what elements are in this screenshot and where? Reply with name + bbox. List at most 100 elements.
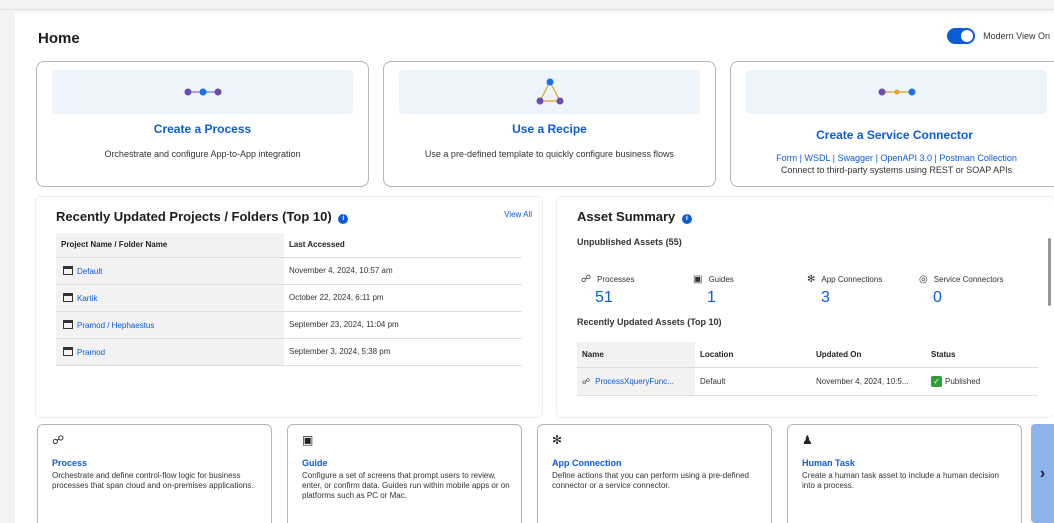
table-row: Pramod September 3, 2024, 5:38 pm bbox=[56, 338, 522, 366]
link-postman[interactable]: Postman Collection bbox=[939, 153, 1017, 163]
project-name[interactable]: Pramod bbox=[77, 348, 105, 357]
scrollbar[interactable] bbox=[1048, 238, 1051, 306]
create-process-card[interactable]: Create a Process Orchestrate and configu… bbox=[36, 61, 369, 187]
stat-label: Service Connectors bbox=[933, 275, 1004, 284]
connector-type-links: Form | WSDL | Swagger | OpenAPI 3.0 | Po… bbox=[776, 153, 1017, 163]
process-icon: ☍ bbox=[582, 376, 591, 386]
stat-processes[interactable]: ☍ Processes 51 bbox=[581, 274, 635, 307]
use-recipe-banner bbox=[399, 70, 700, 114]
asset-type-card-process[interactable]: ☍ Process Orchestrate and define control… bbox=[37, 424, 272, 523]
asset-type-card-guide[interactable]: ▣ Guide Configure a set of screens that … bbox=[287, 424, 522, 523]
link-openapi[interactable]: OpenAPI 3.0 bbox=[880, 153, 932, 163]
folder-box-icon bbox=[63, 319, 73, 329]
stat-value[interactable]: 0 bbox=[919, 289, 1004, 307]
project-cell[interactable]: Default bbox=[56, 257, 284, 285]
create-process-desc: Orchestrate and configure App-to-App int… bbox=[104, 149, 301, 159]
col-name: Name bbox=[577, 342, 695, 368]
stat-app-connections[interactable]: ✻ App Connections 3 bbox=[807, 274, 882, 307]
stat-label: Guides bbox=[708, 275, 734, 284]
asset-status-cell: ✓ Published bbox=[926, 367, 1038, 396]
table-row: Pramod / Hephaestus September 23, 2024, … bbox=[56, 311, 522, 339]
info-icon[interactable]: i bbox=[681, 214, 692, 224]
asset-type-desc: Configure a set of screens that prompt u… bbox=[302, 471, 510, 500]
project-name[interactable]: Kartik bbox=[77, 294, 97, 303]
create-process-title[interactable]: Create a Process bbox=[37, 122, 368, 136]
project-name[interactable]: Pramod / Hephaestus bbox=[77, 321, 154, 330]
chevron-right-icon: › bbox=[1039, 464, 1046, 482]
project-cell[interactable]: Pramod bbox=[56, 338, 284, 366]
col-updated-on: Updated On bbox=[811, 342, 926, 368]
human-task-icon: ♟ bbox=[802, 433, 813, 447]
stat-value[interactable]: 3 bbox=[807, 289, 882, 307]
use-recipe-card[interactable]: Use a Recipe Use a pre-defined template … bbox=[383, 61, 716, 187]
three-dots-icon bbox=[184, 88, 221, 96]
create-process-banner bbox=[52, 70, 353, 114]
col-status: Status bbox=[926, 342, 1038, 368]
asset-summary-panel: Asset Summary i Unpublished Assets (55) … bbox=[557, 197, 1054, 417]
next-arrow-button[interactable]: › bbox=[1031, 424, 1054, 523]
asset-type-desc: Define actions that you can perform usin… bbox=[552, 471, 750, 490]
link-swagger[interactable]: Swagger bbox=[838, 153, 874, 163]
recent-projects-panel: Recently Updated Projects / Folders (Top… bbox=[36, 197, 542, 417]
last-accessed-cell: September 23, 2024, 11:04 pm bbox=[284, 311, 522, 339]
project-name[interactable]: Default bbox=[77, 267, 102, 276]
triangle-nodes-icon bbox=[536, 78, 563, 105]
modern-view-toggle[interactable] bbox=[947, 28, 976, 44]
recent-projects-heading: Recently Updated Projects / Folders (Top… bbox=[56, 209, 349, 224]
create-service-connector-desc: Connect to third-party systems using RES… bbox=[780, 165, 1013, 175]
asset-type-title[interactable]: Human Task bbox=[802, 458, 855, 468]
projects-table: Project Name / Folder Name Last Accessed… bbox=[56, 233, 522, 366]
asset-type-card-human-task[interactable]: ♟ Human Task Create a human task asset t… bbox=[787, 424, 1022, 523]
link-wsdl[interactable]: WSDL bbox=[804, 153, 830, 163]
connector-nodes-icon bbox=[878, 88, 915, 96]
last-accessed-cell: October 22, 2024, 6:11 pm bbox=[284, 284, 522, 312]
stat-guides[interactable]: ▣ Guides 1 bbox=[693, 274, 734, 307]
view-all-link[interactable]: View All bbox=[504, 210, 532, 219]
col-location: Location bbox=[695, 342, 811, 368]
project-cell[interactable]: Kartik bbox=[56, 284, 284, 312]
asset-type-title[interactable]: App Connection bbox=[552, 458, 622, 468]
table-header-row: Name Location Updated On Status bbox=[577, 342, 1038, 368]
folder-box-icon bbox=[63, 346, 73, 356]
col-project-name: Project Name / Folder Name bbox=[56, 233, 284, 258]
create-service-connector-card[interactable]: Create a Service Connector Form | WSDL |… bbox=[730, 61, 1054, 187]
process-icon: ☍ bbox=[581, 274, 592, 285]
stat-service-connectors[interactable]: ◎ Service Connectors 0 bbox=[919, 274, 1004, 307]
assets-table: Name Location Updated On Status ☍ Process… bbox=[577, 342, 1038, 396]
project-cell[interactable]: Pramod / Hephaestus bbox=[56, 311, 284, 339]
stat-value[interactable]: 1 bbox=[693, 289, 734, 307]
service-connector-icon: ◎ bbox=[919, 274, 928, 285]
asset-name-cell[interactable]: ☍ ProcessXqueryFunc... bbox=[577, 367, 695, 396]
recent-projects-title: Recently Updated Projects / Folders (Top… bbox=[56, 209, 332, 224]
folder-box-icon bbox=[63, 292, 73, 302]
stat-value[interactable]: 51 bbox=[581, 289, 635, 307]
guide-icon: ▣ bbox=[693, 274, 703, 285]
table-row: Default November 4, 2024, 10:57 am bbox=[56, 257, 522, 285]
info-icon[interactable]: i bbox=[338, 214, 349, 224]
col-last-accessed: Last Accessed bbox=[284, 233, 522, 258]
status-badge: Published bbox=[945, 376, 981, 386]
asset-type-title[interactable]: Guide bbox=[302, 458, 328, 468]
link-form[interactable]: Form bbox=[776, 153, 797, 163]
asset-name[interactable]: ProcessXqueryFunc... bbox=[595, 377, 674, 386]
page-title: Home bbox=[38, 30, 80, 47]
last-accessed-cell: November 4, 2024, 10:57 am bbox=[284, 257, 522, 285]
service-connector-banner bbox=[746, 70, 1047, 114]
asset-type-desc: Orchestrate and define control-flow logi… bbox=[52, 471, 254, 490]
app-connection-icon: ✻ bbox=[807, 274, 816, 285]
asset-summary-heading: Asset Summary i bbox=[577, 209, 692, 224]
asset-type-card-app-connection[interactable]: ✻ App Connection Define actions that you… bbox=[537, 424, 772, 523]
process-icon: ☍ bbox=[52, 433, 65, 447]
asset-type-title[interactable]: Process bbox=[52, 458, 87, 468]
asset-location-cell: Default bbox=[695, 367, 811, 396]
use-recipe-title[interactable]: Use a Recipe bbox=[384, 122, 715, 136]
asset-type-desc: Create a human task asset to include a h… bbox=[802, 471, 1000, 490]
create-service-connector-title[interactable]: Create a Service Connector bbox=[731, 128, 1054, 142]
modern-view-label: Modern View On bbox=[983, 31, 1050, 41]
asset-summary-title: Asset Summary bbox=[577, 209, 676, 224]
folder-box-icon bbox=[63, 265, 73, 275]
stat-label: Processes bbox=[597, 275, 635, 284]
stat-label: App Connections bbox=[821, 275, 883, 284]
last-accessed-cell: September 3, 2024, 5:38 pm bbox=[284, 338, 522, 366]
top-border bbox=[0, 0, 1054, 10]
